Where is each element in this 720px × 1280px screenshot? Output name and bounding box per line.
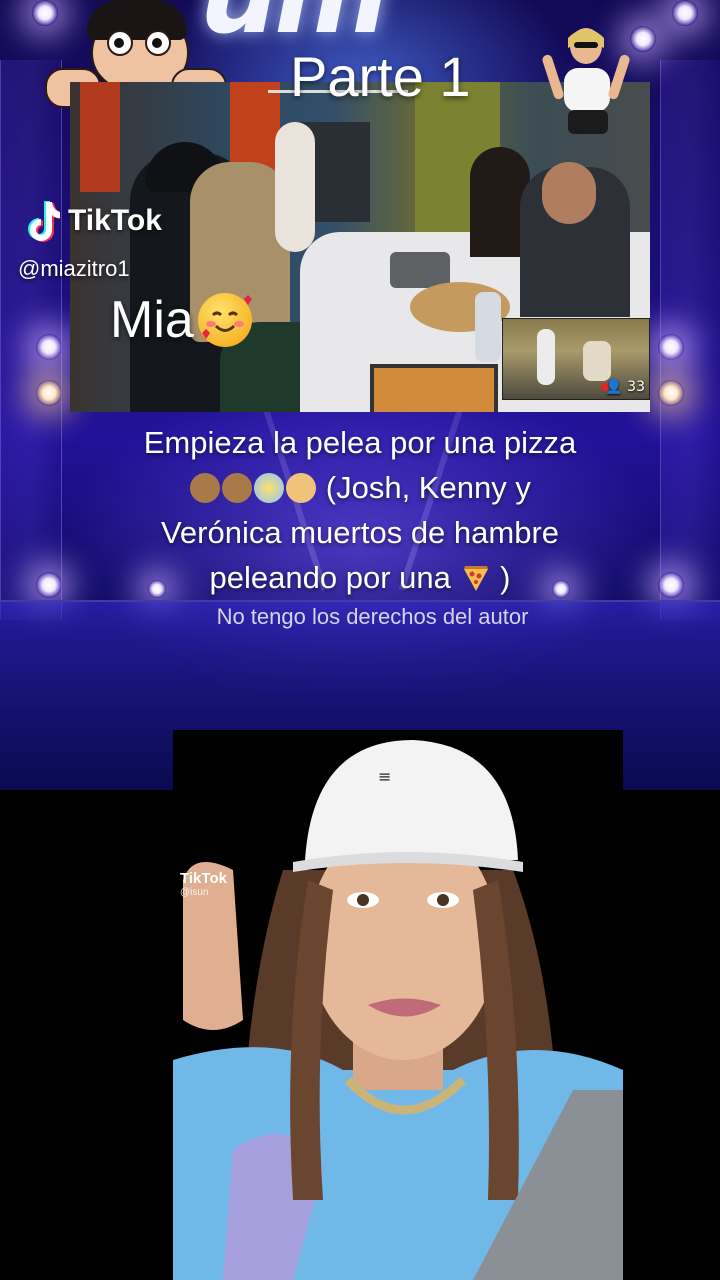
show-logo: um: [200, 0, 530, 58]
stage-light: [36, 334, 62, 360]
screaming-face-icon: [254, 473, 285, 503]
reaction-camera-feed[interactable]: ≡: [173, 730, 623, 1280]
pizza: [370, 364, 498, 412]
bottom-tiktok-watermark: TikTok @isun: [180, 870, 227, 898]
caption-line: peleando por una ): [90, 555, 630, 600]
viewer-count: 👤 33: [605, 379, 645, 395]
cartoon-eye: [107, 30, 133, 56]
overlay-name: Mia: [110, 291, 194, 349]
stage-light: [672, 0, 698, 26]
caption-close-paren: ): [500, 560, 511, 595]
cartoon-eye: [145, 30, 171, 56]
bottom-tiktok-brand: TikTok: [180, 870, 227, 887]
caption-text: peleando por una: [209, 560, 451, 595]
tiktok-handle: @miazitro1: [18, 256, 130, 281]
cap-logo: ≡: [378, 767, 391, 786]
face: [542, 162, 596, 224]
stage-light: [658, 380, 684, 406]
stage-light: [658, 572, 684, 598]
overlay-name-label: Mia: [110, 290, 252, 350]
stage-light: [658, 334, 684, 360]
caption-line: Verónica muertos de hambre: [160, 515, 560, 550]
hear-no-evil-monkey-icon: [222, 473, 253, 503]
wall-panel: [80, 82, 120, 192]
person-white: [275, 122, 315, 252]
tiktok-watermark: TikTok: [26, 200, 162, 242]
stage-light: [36, 572, 62, 598]
pip-camera[interactable]: 👤 33: [502, 318, 650, 400]
bottom-tiktok-handle: @isun: [180, 887, 209, 898]
pizza-icon: [463, 566, 488, 591]
stage-light: [36, 380, 62, 406]
tiktok-logo-icon: [28, 201, 60, 242]
smiling-face-with-hearts-icon: [197, 293, 252, 347]
bottle: [475, 292, 501, 362]
tiktok-brand: TikTok: [68, 204, 162, 237]
caption-line: Empieza la pelea por una pizza: [143, 425, 577, 460]
see-no-evil-monkey-icon: [190, 473, 221, 503]
pot: [390, 252, 450, 288]
caption-names: (Josh, Kenny y: [325, 470, 531, 505]
woman-sticker: [542, 28, 630, 134]
cartoon-hair: [87, 0, 187, 40]
caption: Empieza la pelea por una pizza (Josh, Ke…: [90, 420, 630, 600]
caption-line: (Josh, Kenny y: [90, 465, 630, 510]
pip-person: [583, 341, 611, 381]
viewer-count-value: 33: [627, 379, 645, 395]
woman-facepalming-icon: [286, 473, 317, 503]
part-title: Parte 1: [290, 45, 471, 108]
pip-person: [537, 329, 555, 385]
copyright-disclaimer: No tengo los derechos del autor: [216, 604, 529, 629]
